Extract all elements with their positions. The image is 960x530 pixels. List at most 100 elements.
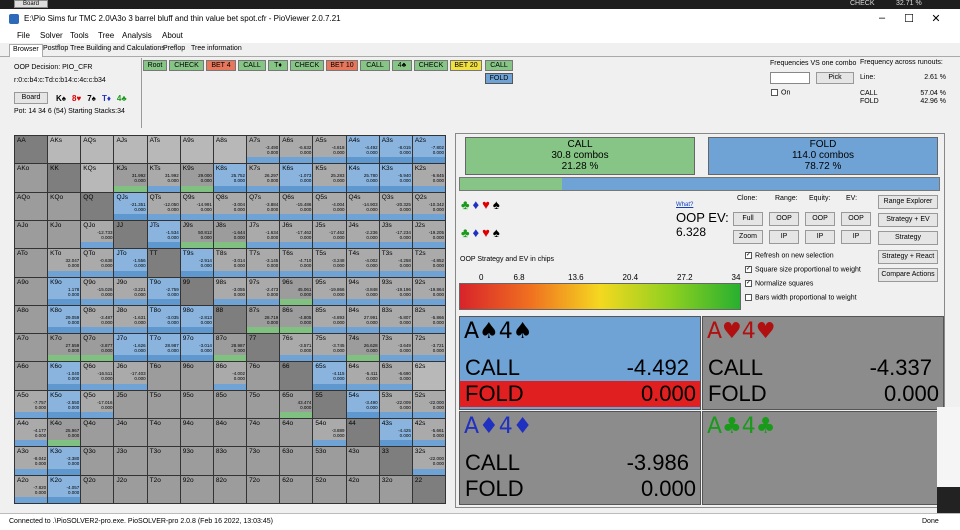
hand-cell[interactable]: A5s -4.818 0.000 bbox=[313, 136, 346, 164]
strategy-button[interactable]: Strategy bbox=[878, 231, 938, 245]
hand-cell[interactable]: JTs -1.534 0.000 bbox=[147, 220, 180, 249]
hand-cell[interactable]: 75o bbox=[247, 390, 280, 419]
hand-cell[interactable]: J5s -17.462 0.000 bbox=[313, 220, 346, 249]
hand-cell[interactable]: A5o -7.757 0.000 bbox=[15, 390, 48, 419]
hand-cell[interactable]: J8o -1.631 0.000 bbox=[114, 305, 147, 334]
menu-analysis[interactable]: Analysis bbox=[122, 31, 152, 40]
menu-solver[interactable]: Solver bbox=[40, 31, 63, 40]
hand-cell[interactable]: QTo -0.638 0.000 bbox=[81, 249, 114, 277]
hand-cell[interactable]: 73s -3.649 0.000 bbox=[379, 334, 412, 362]
suit-icon[interactable]: ♠ bbox=[493, 197, 503, 212]
hand-cell[interactable]: J2o bbox=[114, 475, 147, 503]
combo-panel[interactable]: A♦4♦ CALL -3.986 FOLD 0.000 bbox=[459, 411, 701, 505]
hand-cell[interactable]: 63s -6.690 0.000 bbox=[379, 362, 412, 390]
hand-cell[interactable]: KQo bbox=[48, 192, 81, 220]
hand-cell[interactable]: J6o -17.403 0.000 bbox=[114, 362, 147, 390]
hand-cell[interactable]: A6o bbox=[15, 362, 48, 390]
hand-cell[interactable]: 33 bbox=[379, 447, 412, 475]
hand-cell[interactable]: J4s -2.236 0.000 bbox=[346, 220, 379, 249]
board-button[interactable]: Board bbox=[14, 92, 48, 104]
strategy-react-button[interactable]: Strategy + React bbox=[878, 250, 938, 264]
equity-oop-button[interactable]: OOP bbox=[805, 212, 835, 226]
hand-cell[interactable]: 76o bbox=[247, 362, 280, 390]
path-step[interactable]: CHECK bbox=[290, 60, 324, 71]
hand-cell[interactable]: AA bbox=[15, 136, 48, 164]
hand-cell[interactable]: 84o bbox=[213, 419, 247, 447]
hand-cell[interactable]: QQ bbox=[81, 192, 114, 220]
hand-cell[interactable]: 64o bbox=[280, 419, 313, 447]
hand-cell[interactable]: AKs bbox=[48, 136, 81, 164]
hand-cell[interactable]: 97o -3.014 0.000 bbox=[180, 334, 213, 362]
hand-cell[interactable]: 96s 45.061 0.000 bbox=[280, 277, 313, 305]
hand-cell[interactable]: TT bbox=[147, 249, 180, 277]
hand-cell[interactable]: 92s -19.864 0.000 bbox=[412, 277, 445, 305]
hand-cell[interactable]: Q7o -3.877 0.000 bbox=[81, 334, 114, 362]
suit-icon[interactable]: ♠ bbox=[493, 225, 503, 240]
hand-cell[interactable]: QJo -12.733 0.000 bbox=[81, 220, 114, 249]
path-step[interactable]: BET 4 bbox=[206, 60, 236, 71]
hand-cell[interactable]: K3o -3.380 0.000 bbox=[48, 447, 81, 475]
option-checkbox[interactable]: ✓ Square size proportional to weight bbox=[745, 266, 861, 273]
compare-actions-button[interactable]: Compare Actions bbox=[878, 268, 938, 282]
zoom-button[interactable]: Zoom bbox=[733, 230, 763, 244]
hand-cell[interactable]: Q4o bbox=[81, 419, 114, 447]
hand-cell[interactable]: 85s -4.893 0.000 bbox=[313, 305, 346, 334]
hand-cell[interactable]: 32s -22.000 0.000 bbox=[412, 447, 445, 475]
hand-cell[interactable]: A2s -7.802 0.000 bbox=[412, 136, 445, 164]
hand-cell[interactable]: 63o bbox=[280, 447, 313, 475]
combo-panel[interactable]: A♠4♠ CALL -4.492 FOLD 0.000 bbox=[459, 316, 701, 410]
hand-cell[interactable]: T6s -4.710 0.000 bbox=[280, 249, 313, 277]
path-step[interactable]: CALL bbox=[238, 60, 266, 71]
hand-cell[interactable]: K6o -1.040 0.000 bbox=[48, 362, 81, 390]
hand-cell[interactable]: Q6o -16.511 0.000 bbox=[81, 362, 114, 390]
tab-tree-information[interactable]: Tree information bbox=[188, 45, 245, 52]
minimize-button[interactable]: – bbox=[874, 12, 890, 24]
hand-cell[interactable]: A7o bbox=[15, 334, 48, 362]
hand-cell[interactable]: J4o bbox=[114, 419, 147, 447]
hand-cell[interactable]: 99 bbox=[180, 277, 213, 305]
hand-cell[interactable]: QJs -21.351 0.000 bbox=[114, 192, 147, 220]
hand-cell[interactable]: K8o 29.059 0.000 bbox=[48, 305, 81, 334]
hand-cell[interactable]: Q3s -20.325 0.000 bbox=[379, 192, 412, 220]
suit-icon[interactable]: ♣ bbox=[461, 197, 473, 212]
hand-cell[interactable]: T8o -3.035 0.000 bbox=[147, 305, 180, 334]
hand-cell[interactable]: 97s -2.473 0.000 bbox=[247, 277, 280, 305]
hand-cell[interactable]: Q4s -14.903 0.000 bbox=[346, 192, 379, 220]
range-oop-button[interactable]: OOP bbox=[769, 212, 799, 226]
hand-cell[interactable]: AJo bbox=[15, 220, 48, 249]
hand-cell[interactable]: 74s 26.628 0.000 bbox=[346, 334, 379, 362]
hand-cell[interactable]: K9s 29.000 0.000 bbox=[180, 164, 213, 192]
hand-cell[interactable]: A9o bbox=[15, 277, 48, 305]
hand-cell[interactable]: J7o -1.626 0.000 bbox=[114, 334, 147, 362]
hand-cell[interactable]: T5s -3.248 0.000 bbox=[313, 249, 346, 277]
hand-cell[interactable]: AKo bbox=[15, 164, 48, 192]
hand-cell[interactable]: 42s -5.661 0.000 bbox=[412, 419, 445, 447]
hand-cell[interactable]: 87o 28.987 0.000 bbox=[213, 334, 247, 362]
hand-cell[interactable]: T2s -4.852 0.000 bbox=[412, 249, 445, 277]
hand-cell[interactable]: A3s -8.015 0.000 bbox=[379, 136, 412, 164]
hand-cell[interactable]: 83o bbox=[213, 447, 247, 475]
hand-cell[interactable]: T7s -3.145 0.000 bbox=[247, 249, 280, 277]
tab-preflop[interactable]: Preflop bbox=[160, 45, 188, 52]
hand-cell[interactable]: J7s -1.634 0.000 bbox=[247, 220, 280, 249]
hand-cell[interactable]: 93o bbox=[180, 447, 213, 475]
hand-cell[interactable]: Q5o -17.016 0.000 bbox=[81, 390, 114, 419]
hand-cell[interactable]: T6o bbox=[147, 362, 180, 390]
hand-cell[interactable]: A9s bbox=[180, 136, 213, 164]
hand-cell[interactable]: J2s -19.205 0.000 bbox=[412, 220, 445, 249]
hand-cell[interactable]: K7o 27.559 0.000 bbox=[48, 334, 81, 362]
hand-cell[interactable]: 82s -5.866 0.000 bbox=[412, 305, 445, 334]
checkbox-box[interactable]: ✓ bbox=[745, 280, 752, 287]
option-checkbox[interactable]: ✓ Normalize squares bbox=[745, 280, 813, 287]
ev-ip-button[interactable]: IP bbox=[841, 230, 871, 244]
checkbox-box[interactable]: ✓ bbox=[745, 252, 752, 259]
hand-cell[interactable]: KTs 31.992 0.000 bbox=[147, 164, 180, 192]
path-step[interactable]: CALL bbox=[360, 60, 390, 71]
path-step[interactable]: CHECK bbox=[169, 60, 204, 71]
path-step[interactable]: 4♣ bbox=[392, 60, 412, 71]
suit-icon[interactable]: ♥ bbox=[482, 225, 493, 240]
hand-cell[interactable]: T5o bbox=[147, 390, 180, 419]
hand-cell[interactable]: 86o -4.002 0.000 bbox=[213, 362, 247, 390]
hand-cell[interactable]: 52o bbox=[313, 475, 346, 503]
hand-cell[interactable]: A8o bbox=[15, 305, 48, 334]
